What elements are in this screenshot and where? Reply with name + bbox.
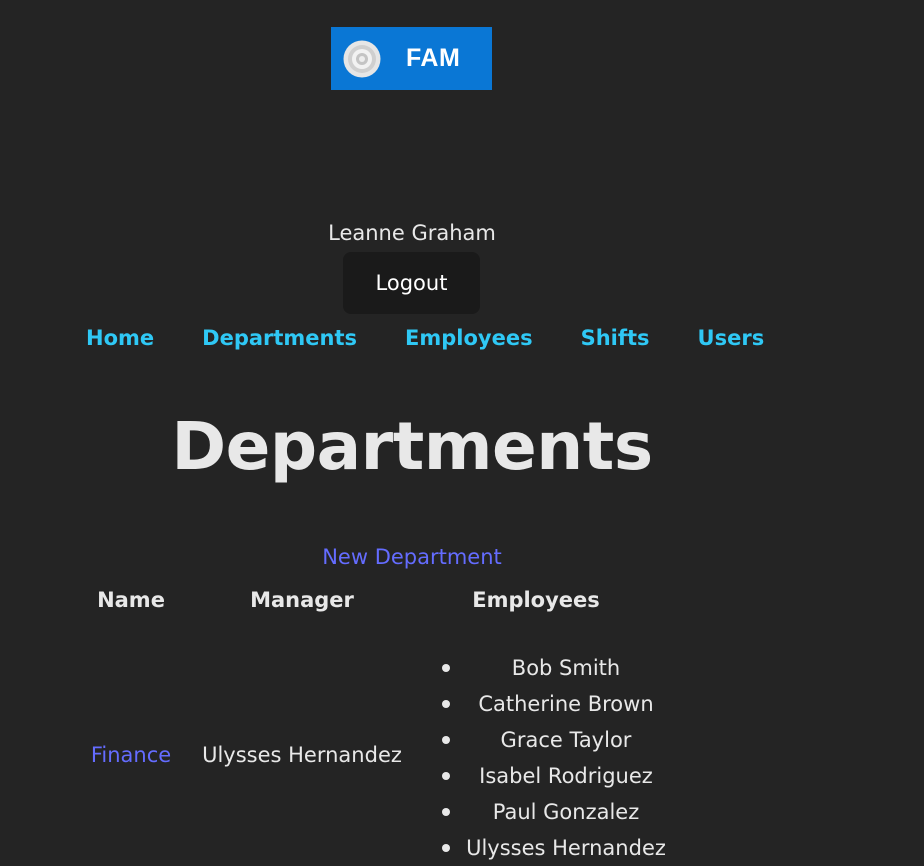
bullet-icon (442, 772, 450, 780)
list-item: Ulysses Hernandez (436, 830, 696, 866)
nav-shifts[interactable]: Shifts (581, 322, 650, 354)
bullet-icon (442, 736, 450, 744)
employee-name: Catherine Brown (478, 692, 654, 716)
employee-name: Grace Taylor (500, 728, 632, 752)
list-item: Catherine Brown (436, 686, 696, 722)
target-icon (343, 40, 381, 78)
list-item: Paul Gonzalez (436, 794, 696, 830)
employee-list: Bob Smith Catherine Brown Grace Taylor I… (436, 650, 696, 866)
bullet-icon (442, 700, 450, 708)
logout-button[interactable]: Logout (343, 252, 480, 314)
employee-name: Paul Gonzalez (492, 800, 640, 824)
column-header-employees: Employees (472, 588, 600, 612)
department-manager: Ulysses Hernandez (202, 743, 402, 767)
nav-home[interactable]: Home (86, 322, 154, 354)
logo-text: FAM (406, 44, 461, 72)
department-name-link[interactable]: Finance (74, 743, 188, 767)
list-item: Isabel Rodriguez (436, 758, 696, 794)
new-department-link[interactable]: New Department (0, 545, 824, 569)
column-header-name: Name (97, 588, 165, 612)
list-item: Grace Taylor (436, 722, 696, 758)
bullet-icon (442, 844, 450, 852)
employee-name: Isabel Rodriguez (479, 764, 653, 788)
logo-bar[interactable]: FAM (331, 27, 492, 90)
list-item: Bob Smith (436, 650, 696, 686)
page-title: Departments (171, 408, 653, 485)
column-header-manager: Manager (250, 588, 354, 612)
nav-users[interactable]: Users (698, 322, 765, 354)
bullet-icon (442, 664, 450, 672)
user-name: Leanne Graham (328, 221, 496, 245)
bullet-icon (442, 808, 450, 816)
nav-departments[interactable]: Departments (202, 322, 357, 354)
employee-name: Ulysses Hernandez (466, 836, 666, 860)
employee-name: Bob Smith (511, 656, 621, 680)
nav-employees[interactable]: Employees (405, 322, 533, 354)
main-nav: Home Departments Employees Shifts Users (86, 322, 812, 354)
